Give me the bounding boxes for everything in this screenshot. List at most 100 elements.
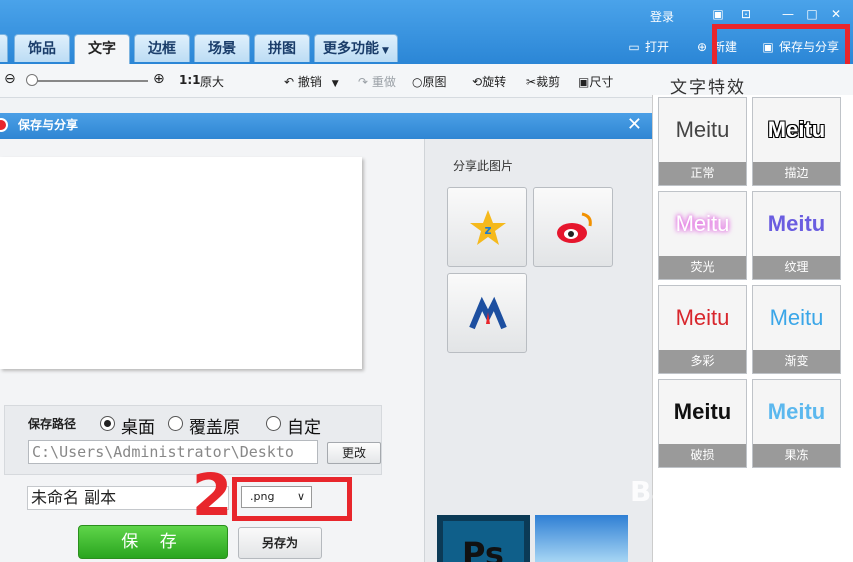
tab-label: 饰品 — [28, 41, 56, 57]
effect-sample: Meitu — [769, 305, 824, 330]
effect-label: 纹理 — [753, 256, 840, 279]
redo-button[interactable]: ↷ 重做 — [358, 73, 396, 90]
maximize-icon[interactable]: □ — [804, 7, 820, 21]
tab-frame[interactable]: 边框 — [134, 34, 190, 62]
redo-icon: ↷ — [358, 75, 369, 89]
effect-sample: Meitu — [675, 117, 730, 142]
rotate-icon: ⟲ — [472, 75, 483, 89]
original-size-button[interactable]: 原大 — [200, 73, 224, 90]
effect-sample: Meitu — [675, 305, 730, 330]
zoom-in-icon[interactable]: ⊕ — [153, 71, 165, 87]
tab-label: 更多功能 — [323, 41, 380, 57]
plus-icon: ⊕ — [696, 40, 708, 54]
radio-overwrite-label[interactable]: 覆盖原 — [189, 413, 245, 438]
tab-label: 文字 — [88, 41, 116, 57]
scissors-icon: ✂ — [526, 75, 537, 89]
effect-sample: Meitu — [675, 211, 730, 236]
image-preview — [0, 157, 362, 369]
effect-damaged[interactable]: Meitu 破损 — [658, 379, 747, 468]
save-share-dialog: 保存与分享 ✕ 分享此图片 z Ps 保存路径 桌面 覆盖原 自定 C:\Use… — [0, 113, 652, 562]
size-button[interactable]: ▣尺寸 — [578, 73, 613, 90]
radio-custom-label[interactable]: 自定 — [287, 413, 327, 438]
effect-label: 正常 — [659, 162, 746, 185]
effect-colorful[interactable]: Meitu 多彩 — [658, 285, 747, 374]
change-path-button[interactable]: 更改 — [327, 442, 381, 464]
highlight-box-format — [232, 477, 352, 521]
share-panel: 分享此图片 z Ps — [424, 139, 652, 562]
tab-accessories[interactable]: 饰品 — [14, 34, 70, 62]
effect-sample: Meitu — [767, 211, 826, 236]
dialog-title-bar: 保存与分享 ✕ — [0, 113, 652, 139]
save-as-button[interactable]: 另存为 — [238, 527, 322, 559]
effect-label: 破损 — [659, 444, 746, 467]
crop-label: 裁剪 — [536, 75, 561, 89]
login-link[interactable]: 登录 — [650, 8, 674, 25]
original-button[interactable]: ○原图 — [412, 73, 447, 90]
effect-normal[interactable]: Meitu 正常 — [658, 97, 747, 186]
crop-button[interactable]: ✂裁剪 — [526, 73, 560, 90]
annotation-number: 2 — [192, 463, 232, 521]
baidu-watermark: Baidu 经验 jingyan.baidu.com — [630, 470, 791, 524]
open-button[interactable]: ▭ 打开 — [626, 38, 669, 60]
effect-glow[interactable]: Meitu 荧光 — [658, 191, 747, 280]
share-title: 分享此图片 — [453, 159, 514, 173]
ps-logo-text: Ps — [462, 535, 504, 562]
undo-icon: ↶ — [284, 75, 295, 89]
dialog-title: 保存与分享 — [18, 118, 79, 132]
size-label: 尺寸 — [589, 75, 614, 89]
original-label: 原图 — [422, 75, 447, 89]
zoom-ratio[interactable]: 1:1 — [179, 73, 201, 87]
share-renren-button[interactable] — [447, 273, 527, 353]
redo-label: 重做 — [371, 75, 396, 89]
tab-scene[interactable]: 场景 — [194, 34, 250, 62]
effect-label: 渐变 — [753, 350, 840, 373]
effect-gradient[interactable]: Meitu 渐变 — [752, 285, 841, 374]
effect-sample: Meitu — [673, 399, 732, 424]
app-logo-icon — [0, 118, 8, 132]
radio-overwrite[interactable] — [168, 416, 183, 431]
effect-label: 描边 — [753, 162, 840, 185]
save-path-label: 保存路径 — [28, 417, 77, 431]
undo-button[interactable]: ↶ 撤销 ▼ — [284, 73, 339, 90]
zoom-slider-knob[interactable] — [26, 74, 38, 86]
share-weibo-button[interactable] — [533, 187, 613, 267]
open-label: 打开 — [645, 40, 670, 54]
svg-text:2: 2 — [192, 463, 232, 521]
share-qzone-button[interactable]: z — [447, 187, 527, 267]
tab-label: 拼图 — [268, 41, 296, 57]
save-path-input[interactable]: C:\Users\Administrator\Deskto — [28, 440, 318, 464]
watermark-url: jingyan.baidu.com — [680, 510, 791, 524]
folder-icon: ▭ — [628, 40, 640, 54]
sky-thumbnail[interactable] — [535, 515, 628, 562]
chevron-down-icon: ▼ — [382, 46, 389, 56]
effect-jelly[interactable]: Meitu 果冻 — [752, 379, 841, 468]
tab-collage[interactable]: 拼图 — [254, 34, 310, 62]
tab-text[interactable]: 文字 — [74, 34, 130, 64]
save-button[interactable]: 保 存 — [78, 525, 228, 559]
resize-icon: ▣ — [578, 75, 590, 89]
effect-texture[interactable]: Meitu 纹理 — [752, 191, 841, 280]
effect-label: 荧光 — [659, 256, 746, 279]
rotate-label: 旋转 — [482, 75, 507, 89]
qzone-icon: z — [470, 210, 506, 245]
close-icon[interactable]: ✕ — [828, 7, 844, 21]
tab-more[interactable]: 更多功能 ▼ — [314, 34, 398, 62]
zoom-slider-track[interactable] — [30, 80, 148, 82]
renren-icon — [469, 296, 507, 330]
dialog-close-icon[interactable]: ✕ — [627, 113, 642, 137]
circle-icon: ○ — [412, 75, 423, 89]
svg-text:z: z — [485, 223, 492, 237]
weibo-icon — [557, 212, 592, 243]
skin-icon[interactable]: ⊡ — [738, 7, 754, 21]
tab-hidden[interactable] — [0, 34, 8, 62]
radio-desktop[interactable] — [100, 416, 115, 431]
message-icon[interactable]: ▣ — [710, 7, 726, 21]
radio-desktop-label[interactable]: 桌面 — [121, 413, 161, 438]
photoshop-thumbnail[interactable]: Ps — [437, 515, 530, 562]
radio-custom[interactable] — [266, 416, 281, 431]
effect-stroke[interactable]: Meitu 描边 — [752, 97, 841, 186]
minimize-icon[interactable]: — — [780, 7, 796, 21]
watermark-brand: Baidu 经验 — [630, 475, 786, 508]
zoom-out-icon[interactable]: ⊖ — [4, 71, 16, 87]
rotate-button[interactable]: ⟲旋转 — [472, 73, 506, 90]
